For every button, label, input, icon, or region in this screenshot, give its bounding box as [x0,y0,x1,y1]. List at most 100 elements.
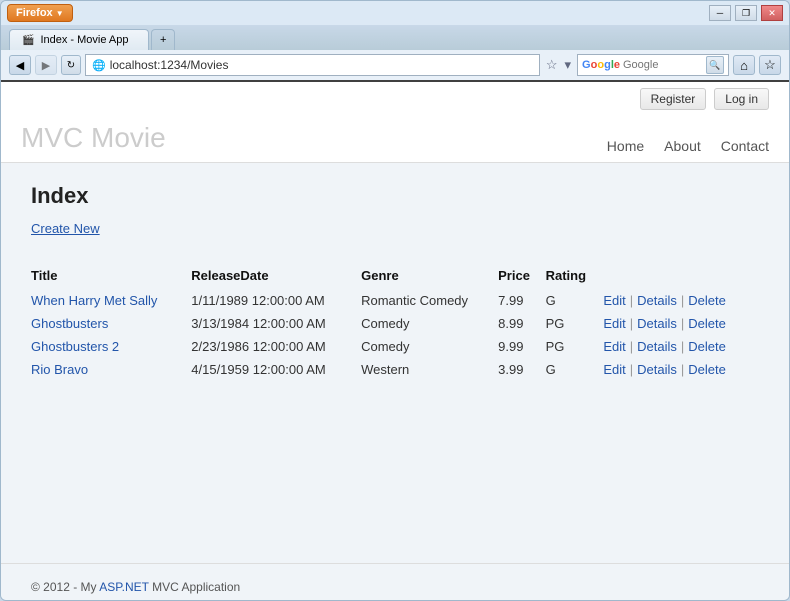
row-title: When Harry Met Sally [31,289,191,312]
table-body: When Harry Met Sally 1/11/1989 12:00:00 … [31,289,759,381]
col-release-date: ReleaseDate [191,264,361,289]
row-actions: Edit | Details | Delete [603,312,759,335]
google-icon: Google [582,59,620,71]
tab-title: Index - Movie App [40,34,128,46]
separator-2: | [681,339,684,354]
site-header: Register Log in MVC Movie Home About Con… [1,82,789,163]
row-price: 7.99 [498,289,545,312]
tab-bar: 🎬 Index - Movie App + [1,25,789,50]
nav-menu: Home About Contact [607,130,769,162]
row-title: Ghostbusters [31,312,191,335]
nav-contact[interactable]: Contact [721,138,769,154]
nav-home[interactable]: Home [607,138,644,154]
url-text: localhost:1234/Movies [110,58,229,72]
delete-link[interactable]: Delete [688,316,726,331]
row-title: Rio Bravo [31,358,191,381]
star-icon[interactable]: ☆ [544,55,560,75]
login-button[interactable]: Log in [714,88,769,110]
row-actions: Edit | Details | Delete [603,358,759,381]
separator-2: | [681,316,684,331]
minimize-button[interactable]: ─ [709,5,731,21]
row-price: 9.99 [498,335,545,358]
create-new-link[interactable]: Create New [31,221,100,236]
details-link[interactable]: Details [637,316,677,331]
address-icons: ☆ ▾ [544,55,573,75]
table-row: Ghostbusters 2 2/23/1986 12:00:00 AM Com… [31,335,759,358]
row-rating: G [546,358,604,381]
row-actions: Edit | Details | Delete [603,335,759,358]
row-release-date: 4/15/1959 12:00:00 AM [191,358,361,381]
col-actions [603,264,759,289]
row-genre: Romantic Comedy [361,289,498,312]
row-rating: PG [546,335,604,358]
footer-asp-link[interactable]: ASP.NET [99,580,149,594]
table-row: Ghostbusters 3/13/1984 12:00:00 AM Comed… [31,312,759,335]
separator-1: | [630,316,633,331]
firefox-menu-button[interactable]: Firefox [7,4,73,22]
home-button[interactable]: ⌂ [733,55,755,75]
row-rating: G [546,289,604,312]
movies-table: Title ReleaseDate Genre Price Rating Whe… [31,264,759,381]
star-down-icon[interactable]: ▾ [563,55,574,75]
separator-1: | [630,293,633,308]
table-header: Title ReleaseDate Genre Price Rating [31,264,759,289]
nav-about[interactable]: About [664,138,701,154]
back-button[interactable]: ◀ [9,55,31,75]
row-release-date: 3/13/1984 12:00:00 AM [191,312,361,335]
edit-link[interactable]: Edit [603,362,625,377]
site-title: MVC Movie [21,114,166,162]
address-field[interactable]: 🌐 localhost:1234/Movies [85,54,540,76]
address-bar: ◀ ▶ ↻ 🌐 localhost:1234/Movies ☆ ▾ Google… [1,50,789,82]
separator-1: | [630,339,633,354]
row-genre: Western [361,358,498,381]
delete-link[interactable]: Delete [688,362,726,377]
register-button[interactable]: Register [640,88,707,110]
refresh-button[interactable]: ↻ [61,55,81,75]
new-tab-button[interactable]: + [151,29,175,50]
delete-link[interactable]: Delete [688,293,726,308]
separator-2: | [681,362,684,377]
edit-link[interactable]: Edit [603,339,625,354]
search-input[interactable] [623,59,703,71]
row-title: Ghostbusters 2 [31,335,191,358]
search-go-button[interactable]: 🔍 [706,56,724,74]
col-rating: Rating [546,264,604,289]
restore-button[interactable]: ❐ [735,5,757,21]
details-link[interactable]: Details [637,339,677,354]
col-genre: Genre [361,264,498,289]
edit-link[interactable]: Edit [603,316,625,331]
title-link[interactable]: Ghostbusters [31,316,108,331]
title-link[interactable]: Rio Bravo [31,362,88,377]
tab-favicon: 🎬 [22,35,34,46]
browser-title-bar: Firefox ─ ❐ ✕ [1,1,789,25]
row-price: 3.99 [498,358,545,381]
bookmarks-button[interactable]: ☆ [759,55,781,75]
active-tab[interactable]: 🎬 Index - Movie App [9,29,149,50]
footer-text-after: MVC Application [149,580,240,594]
edit-link[interactable]: Edit [603,293,625,308]
window-controls: ─ ❐ ✕ [707,5,783,21]
row-actions: Edit | Details | Delete [603,289,759,312]
close-button[interactable]: ✕ [761,5,783,21]
col-title: Title [31,264,191,289]
site-footer: © 2012 - My ASP.NET MVC Application [1,563,789,600]
header-top: Register Log in [21,82,769,114]
row-genre: Comedy [361,335,498,358]
row-release-date: 1/11/1989 12:00:00 AM [191,289,361,312]
page-content: Register Log in MVC Movie Home About Con… [1,82,789,600]
row-price: 8.99 [498,312,545,335]
forward-button[interactable]: ▶ [35,55,57,75]
browser-window: Firefox ─ ❐ ✕ 🎬 Index - Movie App + ◀ ▶ … [0,0,790,601]
title-link[interactable]: Ghostbusters 2 [31,339,119,354]
search-bar: Google 🔍 [577,54,729,76]
row-rating: PG [546,312,604,335]
details-link[interactable]: Details [637,362,677,377]
delete-link[interactable]: Delete [688,339,726,354]
separator-1: | [630,362,633,377]
page-heading: Index [31,183,759,209]
col-price: Price [498,264,545,289]
footer-text-before: © 2012 - My [31,580,99,594]
details-link[interactable]: Details [637,293,677,308]
title-link[interactable]: When Harry Met Sally [31,293,157,308]
table-row: When Harry Met Sally 1/11/1989 12:00:00 … [31,289,759,312]
